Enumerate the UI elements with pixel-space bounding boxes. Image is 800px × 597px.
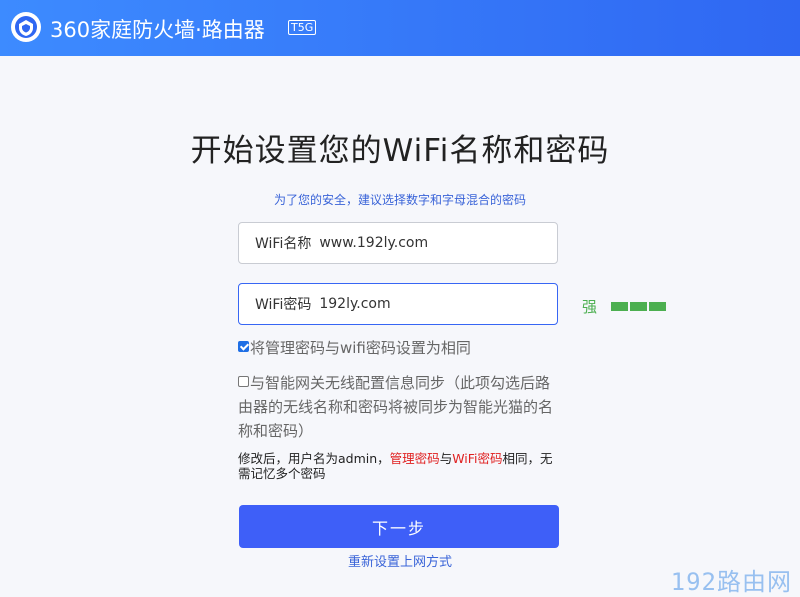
security-hint: 为了您的安全，建议选择数字和字母混合的密码 [273, 193, 526, 207]
model-badge: T5G [288, 20, 317, 35]
sync-gateway-label: 与智能网关无线配置信息同步（此项勾选后路由器的无线名称和密码将被同步为智能光猫的… [238, 374, 554, 440]
note-mid: 与 [439, 451, 453, 466]
wifi-name-label: WiFi名称 [255, 236, 312, 252]
note-wifi-password: WiFi密码 [452, 451, 503, 466]
strength-bar-segment [649, 302, 667, 311]
note-admin-password: 管理密码 [389, 451, 440, 466]
strength-bar-segment [630, 302, 648, 311]
strength-bar-segment [611, 302, 629, 311]
page-title: 开始设置您的WiFi名称和密码 [190, 133, 610, 169]
note-prefix: 修改后，用户名为admin， [238, 451, 390, 466]
sync-gateway-option[interactable]: 与智能网关无线配置信息同步（此项勾选后路由器的无线名称和密码将被同步为智能光猫的… [238, 371, 560, 443]
next-step-button[interactable]: 下一步 [239, 505, 559, 548]
wifi-name-input[interactable] [319, 235, 520, 251]
top-header: 360家庭防火墙·路由器 T5G [0, 0, 800, 56]
sync-gateway-checkbox[interactable] [238, 376, 249, 387]
wifi-password-input[interactable] [319, 296, 520, 312]
username-note: 修改后，用户名为admin，管理密码与WiFi密码相同，无需记忆多个密码 [238, 451, 556, 481]
strength-label: 强 [582, 298, 598, 316]
watermark: 192路由网 [670, 568, 792, 596]
password-strength-indicator: 强 [582, 296, 668, 317]
same-password-label: 将管理密码与wifi密码设置为相同 [250, 339, 471, 357]
wifi-password-field[interactable]: WiFi密码 [238, 283, 558, 325]
wifi-name-field[interactable]: WiFi名称 [238, 222, 558, 264]
same-password-option[interactable]: 将管理密码与wifi密码设置为相同 [238, 336, 568, 360]
360-shield-icon [11, 12, 41, 42]
wifi-password-label: WiFi密码 [255, 297, 312, 313]
brand-title: 360家庭防火墙·路由器 [50, 18, 265, 42]
same-password-checkbox[interactable] [238, 341, 249, 352]
